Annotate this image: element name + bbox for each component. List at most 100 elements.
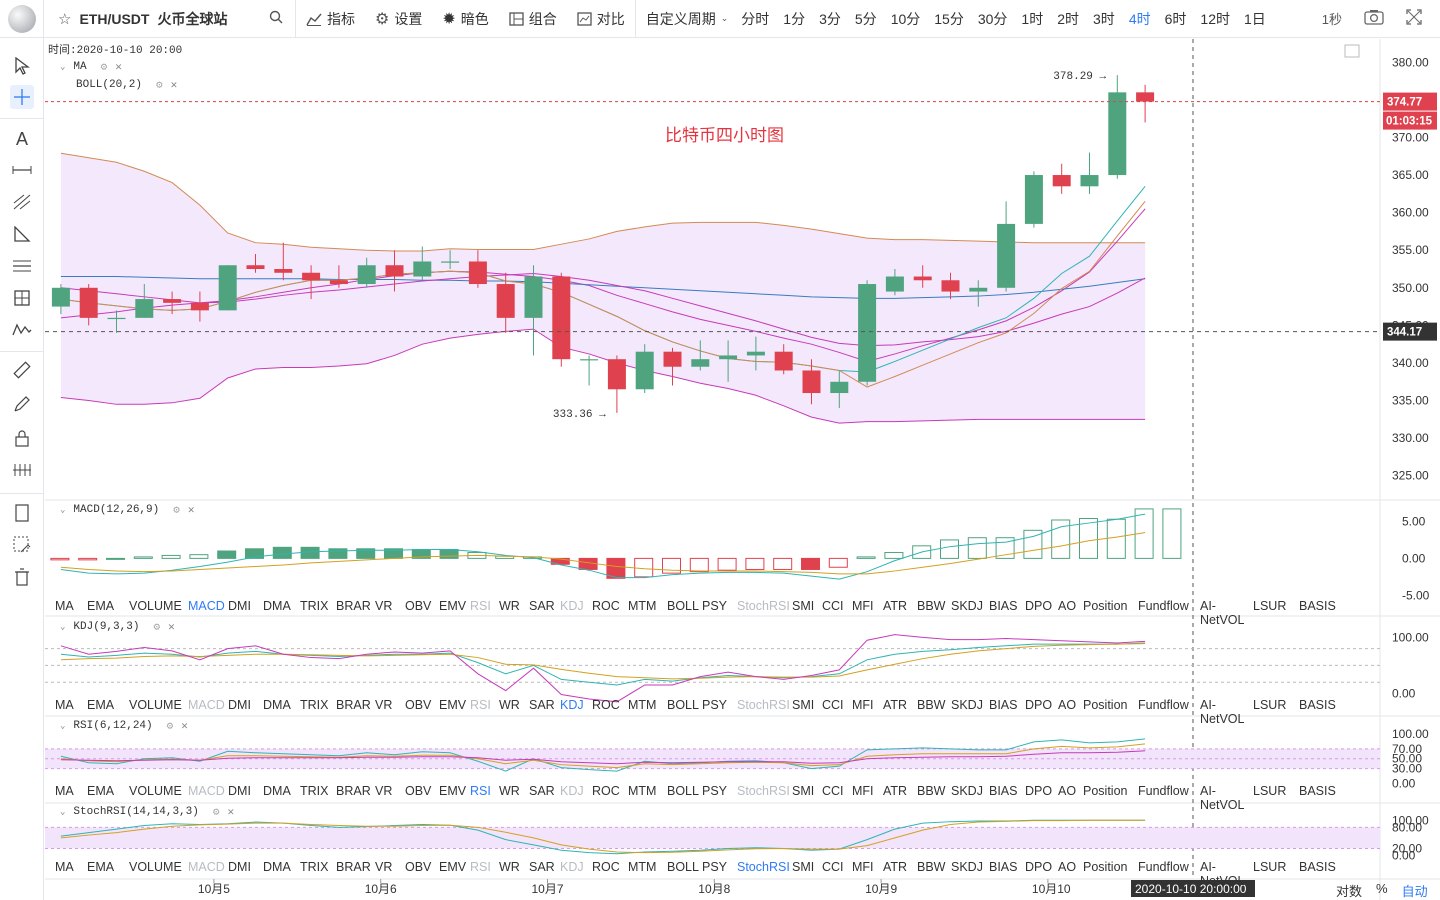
indicator-tab-vr[interactable]: VR [375,698,405,726]
indicator-tab-dmi[interactable]: DMI [228,860,263,888]
indicator-tab-macd[interactable]: MACD [188,860,228,888]
period-11[interactable]: 6时 [1158,9,1194,29]
custom-period-button[interactable]: 自定义周期 ⌄ [636,0,735,38]
dark-mode-button[interactable]: ✹ 暗色 [432,0,498,38]
period-5[interactable]: 15分 [927,9,971,29]
indicator-tab-boll[interactable]: BOLL [667,698,702,726]
indicator-tab-ma[interactable]: MA [55,698,87,726]
indicator-tab-position[interactable]: Position [1083,784,1138,812]
indicators-button[interactable]: 指标 [296,0,365,38]
indicator-tab-obv[interactable]: OBV [405,599,439,627]
pencil-icon[interactable] [10,392,34,416]
indicator-tab-stochrsi[interactable]: StochRSI [737,784,792,812]
indicator-tab-bbw[interactable]: BBW [917,698,951,726]
indicator-tab-atr[interactable]: ATR [883,599,917,627]
period-13[interactable]: 1日 [1237,9,1273,29]
indicator-tab-ema[interactable]: EMA [87,599,129,627]
indicator-tab-kdj[interactable]: KDJ [560,698,592,726]
indicator-tab-fundflow[interactable]: Fundflow [1138,599,1200,627]
indicator-tab-fundflow[interactable]: Fundflow [1138,784,1200,812]
indicator-tab-position[interactable]: Position [1083,698,1138,726]
indicator-tab-dmi[interactable]: DMI [228,784,263,812]
indicator-tab-dma[interactable]: DMA [263,599,300,627]
indicator-tab-obv[interactable]: OBV [405,698,439,726]
indicator-tab-sar[interactable]: SAR [529,860,560,888]
indicator-tab-stochrsi[interactable]: StochRSI [737,599,792,627]
indicator-tab-ai-netvol[interactable]: AI-NetVOL [1200,599,1253,627]
wave-tool-icon[interactable] [10,318,34,342]
indicator-tab-stochrsi[interactable]: StochRSI [737,698,792,726]
indicator-tab-atr[interactable]: ATR [883,860,917,888]
indicator-tab-skdj[interactable]: SKDJ [951,860,989,888]
indicator-tab-bias[interactable]: BIAS [989,599,1025,627]
indicator-tab-cci[interactable]: CCI [822,698,852,726]
indicator-tab-wr[interactable]: WR [499,698,529,726]
indicator-tab-dmi[interactable]: DMI [228,599,263,627]
indicator-tab-mfi[interactable]: MFI [852,698,883,726]
indicator-tab-mfi[interactable]: MFI [852,860,883,888]
indicator-tab-roc[interactable]: ROC [592,698,628,726]
indicator-tab-rsi[interactable]: RSI [470,599,499,627]
period-8[interactable]: 2时 [1050,9,1086,29]
indicator-tab-ai-netvol[interactable]: AI-NetVOL [1200,860,1253,888]
search-icon[interactable] [269,10,283,27]
indicator-tab-trix[interactable]: TRIX [300,698,336,726]
indicator-tab-roc[interactable]: ROC [592,784,628,812]
indicator-tab-basis[interactable]: BASIS [1299,599,1339,627]
indicator-tab-lsur[interactable]: LSUR [1253,860,1299,888]
period-7[interactable]: 1时 [1014,9,1050,29]
compare-button[interactable]: 对比 [567,0,635,38]
indicator-tab-brar[interactable]: BRAR [336,860,375,888]
indicator-tab-basis[interactable]: BASIS [1299,784,1339,812]
indicator-tab-ao[interactable]: AO [1058,784,1083,812]
percent-scale-toggle[interactable]: % [1376,881,1388,900]
indicator-tab-wr[interactable]: WR [499,784,529,812]
fib-tool-icon[interactable] [10,190,34,214]
indicator-tab-rsi[interactable]: RSI [470,860,499,888]
ruler-icon[interactable] [10,358,34,382]
indicator-tab-brar[interactable]: BRAR [336,698,375,726]
indicator-tab-position[interactable]: Position [1083,860,1138,888]
period-0[interactable]: 分时 [734,9,776,29]
indicator-tab-smi[interactable]: SMI [792,698,822,726]
indicator-tab-ema[interactable]: EMA [87,698,129,726]
indicator-tab-stochrsi[interactable]: StochRSI [737,860,792,888]
indicator-tab-ema[interactable]: EMA [87,784,129,812]
indicator-tab-lsur[interactable]: LSUR [1253,599,1299,627]
magnet-icon[interactable] [10,458,34,482]
bookmark-icon[interactable] [10,501,34,525]
indicator-tab-bbw[interactable]: BBW [917,784,951,812]
indicator-tab-emv[interactable]: EMV [439,784,470,812]
indicator-tab-basis[interactable]: BASIS [1299,860,1339,888]
gear-icon[interactable]: ⚙ [101,60,108,74]
indicator-tab-macd[interactable]: MACD [188,599,228,627]
indicator-tab-rsi[interactable]: RSI [470,698,499,726]
indicator-tab-mtm[interactable]: MTM [628,784,667,812]
indicator-tab-ma[interactable]: MA [55,599,87,627]
indicator-tab-macd[interactable]: MACD [188,784,228,812]
indicator-tab-psy[interactable]: PSY [702,698,737,726]
indicator-tab-vr[interactable]: VR [375,784,405,812]
period-3[interactable]: 5分 [848,9,884,29]
gear-icon[interactable]: ⚙ [173,503,180,517]
indicator-tab-sar[interactable]: SAR [529,599,560,627]
period-6[interactable]: 30分 [971,9,1015,29]
indicator-tab-boll[interactable]: BOLL [667,784,702,812]
indicator-tab-cci[interactable]: CCI [822,860,852,888]
crosshair-icon[interactable] [10,85,34,109]
horizontal-line-icon[interactable] [10,158,34,182]
indicator-tab-sar[interactable]: SAR [529,698,560,726]
settings-button[interactable]: ⚙ 设置 [365,0,432,38]
indicator-tab-mtm[interactable]: MTM [628,698,667,726]
period-12[interactable]: 12时 [1193,9,1237,29]
indicator-tab-fundflow[interactable]: Fundflow [1138,860,1200,888]
close-icon[interactable]: ✕ [171,78,178,92]
indicator-tab-ai-netvol[interactable]: AI-NetVOL [1200,698,1253,726]
indicator-tab-ao[interactable]: AO [1058,860,1083,888]
indicator-tab-volume[interactable]: VOLUME [129,599,188,627]
indicator-tab-kdj[interactable]: KDJ [560,599,592,627]
template-icon[interactable] [10,533,34,557]
indicator-tab-obv[interactable]: OBV [405,784,439,812]
text-tool-icon[interactable]: A [10,127,34,151]
indicator-tab-macd[interactable]: MACD [188,698,228,726]
